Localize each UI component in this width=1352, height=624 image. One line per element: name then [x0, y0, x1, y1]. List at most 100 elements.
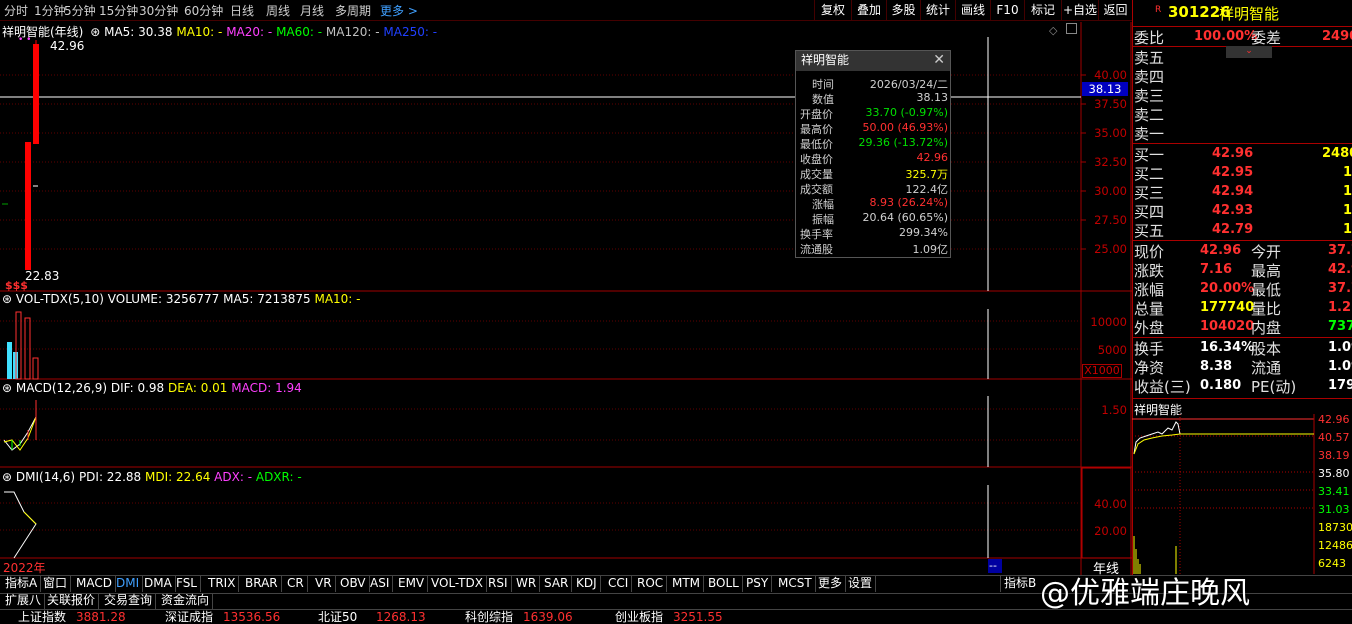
toolbar-tongji[interactable]: 统计: [920, 0, 955, 21]
buy2-qty: 1: [1343, 165, 1352, 180]
weibi-label: 委比: [1134, 29, 1165, 47]
weicha-value: 2490: [1322, 29, 1352, 44]
period-month[interactable]: 月线: [300, 2, 324, 19]
close-icon[interactable]: ✕: [933, 52, 945, 68]
mini-price: 33.41: [1318, 485, 1350, 498]
tooltip-key: 换手率: [800, 228, 833, 241]
chevron-down-icon[interactable]: ⊛: [90, 25, 100, 39]
index-name[interactable]: 北证50: [318, 611, 357, 623]
ext-tab-0[interactable]: 扩展八: [2, 593, 46, 609]
ext-tab-1[interactable]: 关联报价: [44, 593, 100, 609]
index-name[interactable]: 上证指数: [18, 611, 66, 623]
tab-23[interactable]: MCST: [775, 575, 816, 592]
tab-25[interactable]: 设置: [845, 575, 877, 592]
period-week[interactable]: 周线: [266, 2, 290, 19]
buy5-label: 买五: [1134, 222, 1165, 240]
toolbar-zixuan[interactable]: +自选: [1061, 0, 1098, 21]
period-fenshi[interactable]: 分时: [4, 2, 28, 19]
buy1-qty: 2480: [1322, 146, 1352, 161]
ext-tab-2[interactable]: 交易查询: [101, 593, 157, 609]
tab-1[interactable]: 窗口: [40, 575, 72, 592]
chevron-down-icon[interactable]: ⊛: [2, 292, 12, 306]
tab-22[interactable]: PSY: [743, 575, 773, 592]
period-multi[interactable]: 多周期: [335, 2, 371, 19]
tab-24[interactable]: 更多: [815, 575, 847, 592]
tooltip-value: 38.13: [916, 91, 949, 104]
window-toggle-icon[interactable]: [1066, 23, 1077, 34]
kline-legend: 祥明智能(年线) ⊛ MA5: 30.38 MA10: - MA20: - MA…: [2, 23, 437, 40]
axis-label: 35.00: [1094, 126, 1127, 140]
tooltip-row: 开盘价 33.70 (-0.97%): [800, 106, 948, 121]
stat-label: 股本: [1251, 340, 1282, 358]
tab-17[interactable]: KDJ: [573, 575, 601, 592]
tooltip-key: 时间: [812, 78, 834, 91]
tab-6[interactable]: TRIX: [205, 575, 240, 592]
tooltip-value: 50.00 (46.93%): [862, 121, 948, 134]
tab-9[interactable]: VR: [312, 575, 336, 592]
tab-7[interactable]: BRAR: [242, 575, 282, 592]
tab-2[interactable]: MACD: [73, 575, 116, 592]
tab-10[interactable]: OBV: [337, 575, 370, 592]
high-price-label: 42.96: [50, 39, 85, 53]
period-15min[interactable]: 15分钟: [99, 2, 138, 19]
dmi-pdi: PDI: 22.88: [78, 470, 142, 484]
tab-21[interactable]: BOLL: [705, 575, 743, 592]
toolbar-huaxian[interactable]: 画线: [955, 0, 990, 21]
buy5-qty: 1: [1343, 222, 1352, 237]
stat-value: 42.9: [1328, 262, 1352, 277]
tab-0[interactable]: 指标A: [2, 575, 42, 592]
kline-title: 祥明智能(年线): [2, 25, 84, 39]
chevron-down-icon[interactable]: ⊛: [2, 381, 12, 395]
index-name[interactable]: 深证成指: [165, 611, 213, 623]
period-more[interactable]: 更多 >: [380, 2, 418, 19]
toolbar-diejia[interactable]: 叠加: [851, 0, 886, 21]
stat-label: 外盘: [1134, 319, 1165, 337]
tab-14[interactable]: RSI: [485, 575, 512, 592]
tab-16[interactable]: SAR: [541, 575, 573, 592]
dmi-mdi: MDI: 22.64: [145, 470, 211, 484]
period-30min[interactable]: 30分钟: [139, 2, 178, 19]
toolbar-fuquan[interactable]: 复权: [814, 0, 851, 21]
buy4-qty: 1: [1343, 203, 1352, 218]
year-tag: $$$: [5, 279, 28, 292]
toolbar-f10[interactable]: F10: [990, 0, 1024, 21]
tab-13[interactable]: VOL-TDX: [428, 575, 487, 592]
tab-5[interactable]: FSL: [173, 575, 201, 592]
period-day[interactable]: 日线: [230, 2, 254, 19]
dmi-title: DMI(14,6): [15, 470, 76, 484]
tab-3[interactable]: DMI: [113, 575, 144, 592]
tooltip-row: 成交额 122.4亿: [800, 181, 948, 196]
tooltip-value: 1.09亿: [912, 243, 949, 256]
tooltip-value: 29.36 (-13.72%): [858, 136, 948, 149]
tab-8[interactable]: CR: [284, 575, 308, 592]
toolbar-fanhui[interactable]: 返回: [1098, 0, 1132, 21]
index-value: 3881.28: [76, 610, 126, 624]
tab-18[interactable]: CCI: [605, 575, 633, 592]
tab-20[interactable]: MTM: [669, 575, 705, 592]
tooltip-key: 成交量: [800, 168, 833, 181]
period-5min[interactable]: 5分钟: [64, 2, 96, 19]
tab-4[interactable]: DMA: [141, 575, 176, 592]
period-1min[interactable]: 1分钟: [34, 2, 66, 19]
tab-15[interactable]: WR: [513, 575, 541, 592]
collapse-chevron-icon[interactable]: ⌄: [1226, 46, 1272, 58]
period-60min[interactable]: 60分钟: [184, 2, 223, 19]
index-name[interactable]: 科创综指: [465, 611, 513, 623]
tab-11[interactable]: ASI: [367, 575, 394, 592]
cursor-price-label: 38.13: [1082, 82, 1128, 96]
vol-volume: VOLUME: 3256777: [107, 292, 220, 306]
diamond-icon[interactable]: ◇: [1049, 24, 1057, 37]
tab-19[interactable]: ROC: [634, 575, 668, 592]
tab-indicator-b[interactable]: 指标B: [1000, 575, 1039, 592]
buy5-price: 42.79: [1212, 222, 1254, 237]
toolbar-biaoji[interactable]: 标记: [1024, 0, 1061, 21]
stat-label: PE(动): [1251, 378, 1297, 396]
tab-12[interactable]: EMV: [395, 575, 429, 592]
chevron-down-icon[interactable]: ⊛: [2, 470, 12, 484]
toolbar-duogu[interactable]: 多股: [886, 0, 920, 21]
weicha-label: 委差: [1251, 29, 1282, 47]
sell4-label: 卖四: [1134, 68, 1165, 86]
index-name[interactable]: 创业板指: [615, 611, 663, 623]
macd-title: MACD(12,26,9): [15, 381, 108, 395]
ext-tab-3[interactable]: 资金流向: [158, 593, 214, 609]
